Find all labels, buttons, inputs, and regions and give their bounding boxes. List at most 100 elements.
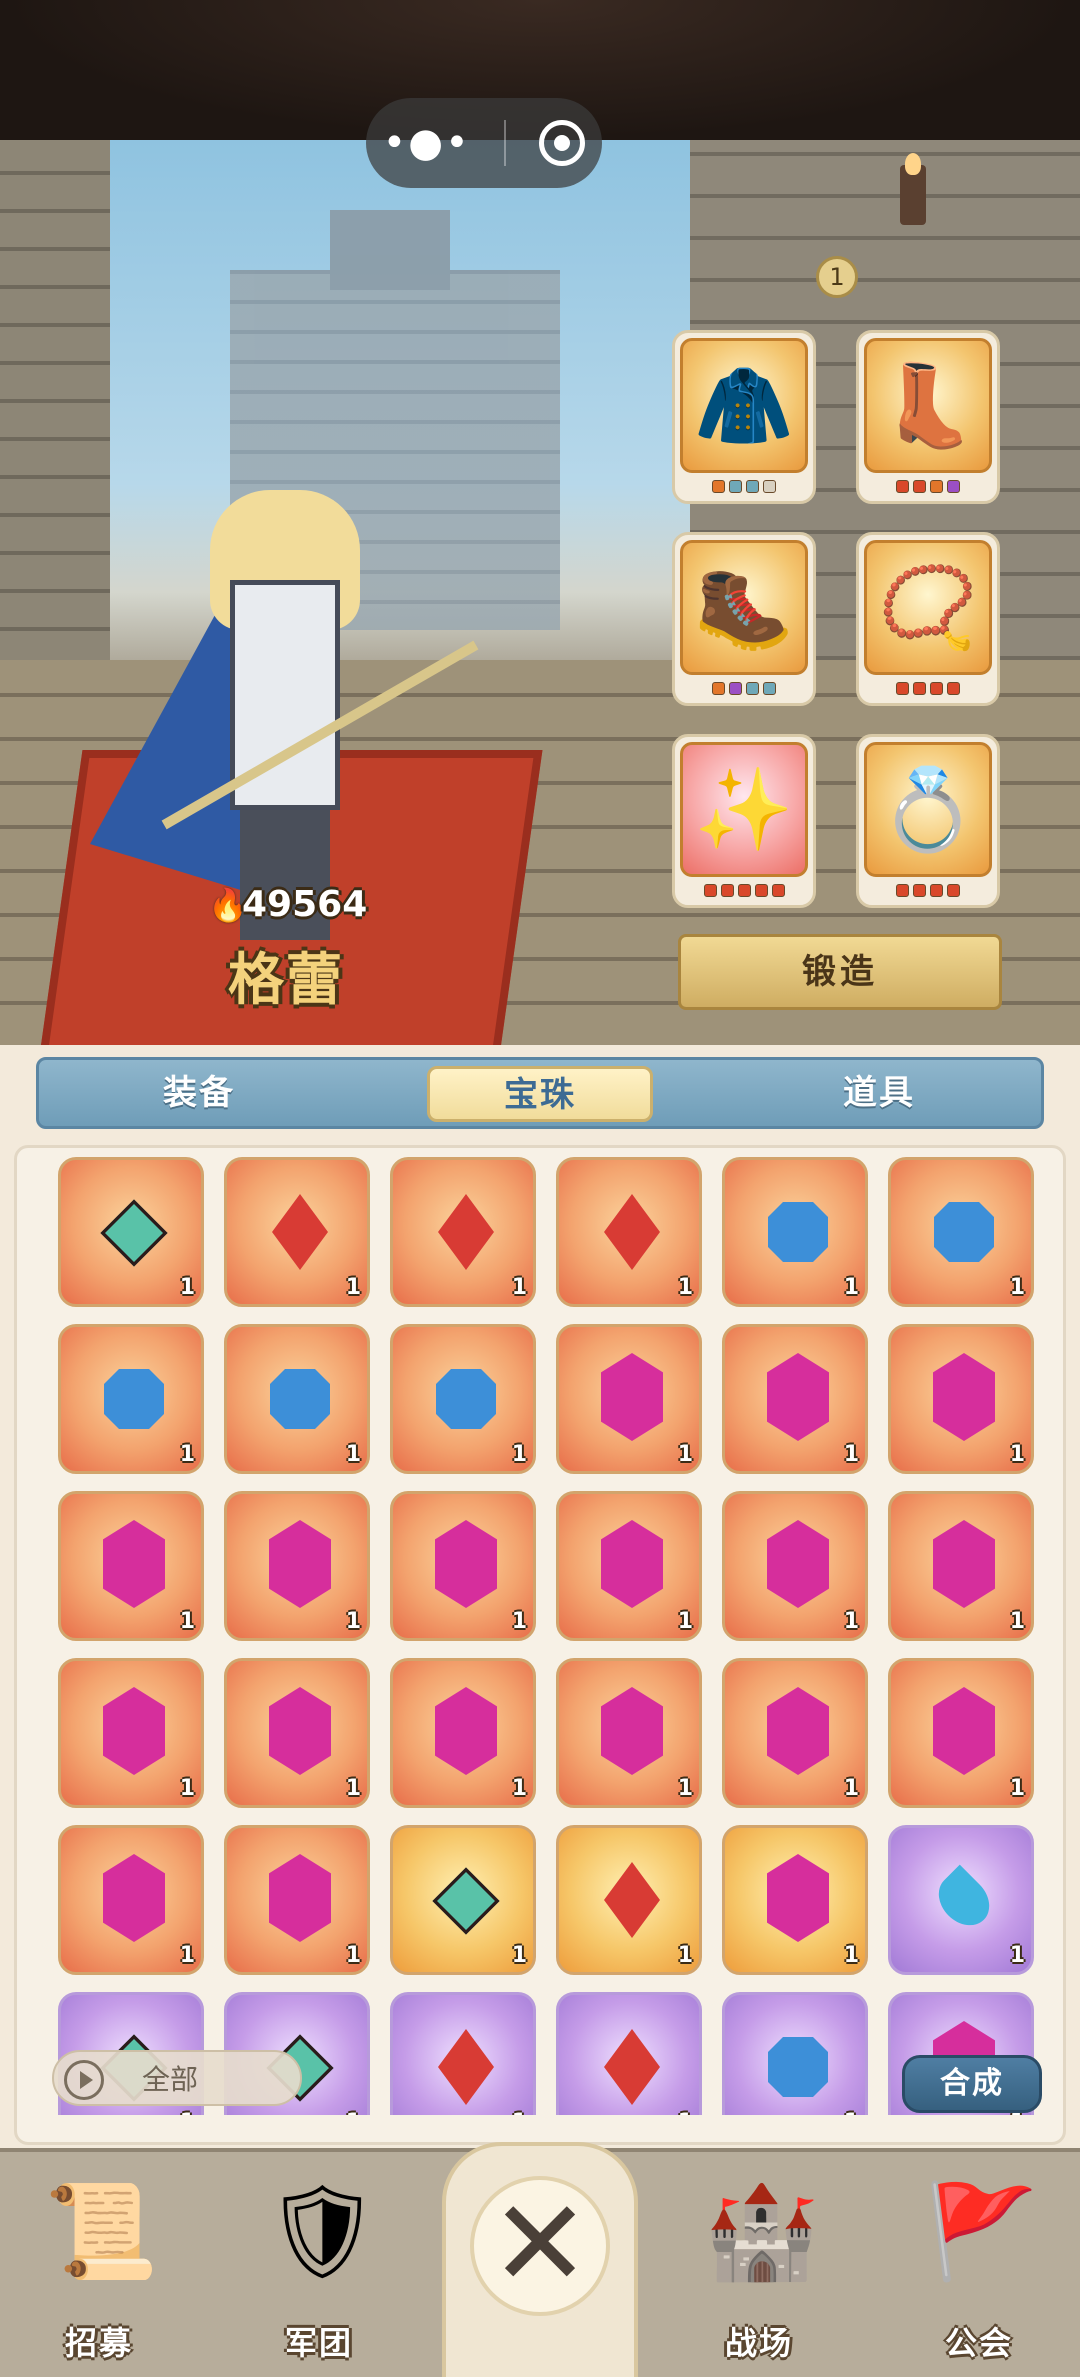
- gem-quantity: 1: [511, 1609, 527, 1634]
- gem-cell[interactable]: 1: [722, 1324, 868, 1474]
- gem-quantity: 1: [345, 1275, 361, 1300]
- gem-cell[interactable]: 1: [556, 1491, 702, 1641]
- filter-all-button[interactable]: 全部: [52, 2050, 302, 2106]
- rarity-dot: [913, 884, 926, 897]
- more-menu-icon[interactable]: •●•: [383, 123, 471, 163]
- equip-slot-greaves[interactable]: 👢: [856, 330, 1000, 504]
- rarity-dot: [930, 682, 943, 695]
- gem-cell[interactable]: 1: [390, 1491, 536, 1641]
- gem-cell[interactable]: 1: [58, 1157, 204, 1307]
- capsule-divider: [504, 120, 507, 166]
- gem-cell[interactable]: 1: [888, 1825, 1034, 1975]
- gem-cell[interactable]: 1: [224, 1324, 370, 1474]
- nav-legion-label: 军团: [284, 2324, 353, 2362]
- hero-name: 格蕾: [228, 948, 344, 1013]
- gem-cell[interactable]: 1: [888, 1491, 1034, 1641]
- amethyst-gem-icon: [601, 1687, 663, 1775]
- gem-cell[interactable]: 1: [390, 1324, 536, 1474]
- gem-quantity: 1: [511, 1776, 527, 1801]
- gem-cell[interactable]: 1: [556, 1324, 702, 1474]
- equip-slot-sparkle[interactable]: ✨: [672, 734, 816, 908]
- gem-cell[interactable]: 1: [390, 1157, 536, 1307]
- rarity-dot: [771, 884, 785, 897]
- amethyst-gem-icon: [767, 1520, 829, 1608]
- teal-gem-icon: [100, 1199, 168, 1267]
- amulet-icon: 📿: [864, 540, 992, 675]
- gem-cell[interactable]: 1: [390, 1992, 536, 2115]
- gem-cell[interactable]: 1: [722, 1658, 868, 1808]
- tab-gems[interactable]: 宝珠: [427, 1066, 653, 1122]
- tab-items[interactable]: 道具: [779, 1060, 979, 1126]
- rarity-dot: [729, 682, 742, 695]
- rarity-dot: [712, 480, 725, 493]
- gem-cell[interactable]: 1: [722, 1825, 868, 1975]
- gem-cell[interactable]: 1: [58, 1491, 204, 1641]
- hero-sprite[interactable]: [90, 470, 479, 940]
- gem-quantity: 1: [843, 1776, 859, 1801]
- gem-cell[interactable]: 1: [58, 1825, 204, 1975]
- gem-quantity: 1: [1009, 1943, 1025, 1968]
- close-icon[interactable]: ✕: [470, 2176, 610, 2316]
- amethyst-gem-icon: [767, 1687, 829, 1775]
- rarity-dot: [896, 884, 909, 897]
- ruby-gem-icon: [438, 2029, 494, 2105]
- rarity-dot: [896, 480, 909, 493]
- scroll-icon: 📜: [44, 2178, 159, 2285]
- ruby-gem-icon: [604, 1194, 660, 1270]
- gem-quantity: 1: [179, 1609, 195, 1634]
- amethyst-gem-icon: [435, 1520, 497, 1608]
- gem-quantity: 1: [1009, 1275, 1025, 1300]
- miniprogram-capsule: •●•: [366, 98, 602, 188]
- rarity-dot: [720, 884, 734, 897]
- nav-guild[interactable]: 🚩 公会: [904, 2172, 1054, 2377]
- gem-cell[interactable]: 1: [556, 1992, 702, 2115]
- close-panel-tab[interactable]: ✕: [442, 2142, 638, 2377]
- equip-slot-boots[interactable]: 🥾: [672, 532, 816, 706]
- gem-cell[interactable]: 1: [390, 1825, 536, 1975]
- gem-quantity: 1: [345, 1776, 361, 1801]
- amethyst-gem-icon: [933, 1687, 995, 1775]
- equip-slot-cloak[interactable]: 🧥: [672, 330, 816, 504]
- rarity-dot: [746, 682, 759, 695]
- nav-recruit[interactable]: 📜 招募: [24, 2172, 174, 2377]
- gem-quantity: 1: [843, 1275, 859, 1300]
- merge-button[interactable]: 合成: [902, 2055, 1042, 2113]
- banner-icon: 🚩: [924, 2178, 1039, 2285]
- gem-cell[interactable]: 1: [722, 1992, 868, 2115]
- amethyst-gem-icon: [767, 1353, 829, 1441]
- rarity-dot: [754, 884, 768, 897]
- gem-quantity: 1: [844, 2110, 859, 2115]
- gem-cell[interactable]: 1: [888, 1324, 1034, 1474]
- gem-cell[interactable]: 1: [224, 1491, 370, 1641]
- forge-button[interactable]: 锻造: [678, 934, 1002, 1010]
- gem-cell[interactable]: 1: [556, 1825, 702, 1975]
- gem-cell[interactable]: 1: [390, 1658, 536, 1808]
- equip-slot-ring[interactable]: 💍: [856, 734, 1000, 908]
- gem-cell[interactable]: 1: [224, 1157, 370, 1307]
- gem-cell[interactable]: 1: [556, 1658, 702, 1808]
- nav-battlefield-label: 战场: [724, 2324, 793, 2362]
- gem-cell[interactable]: 1: [888, 1658, 1034, 1808]
- rarity-dot: [712, 682, 725, 695]
- gem-cell[interactable]: 1: [224, 1825, 370, 1975]
- gem-cell[interactable]: 1: [722, 1491, 868, 1641]
- gem-cell[interactable]: 1: [58, 1658, 204, 1808]
- gem-cell[interactable]: 1: [722, 1157, 868, 1307]
- gem-cell[interactable]: 1: [58, 1324, 204, 1474]
- gem-quantity: 1: [511, 1943, 527, 1968]
- castle-icon: 🏰: [704, 2178, 819, 2285]
- sapphire-gem-icon: [104, 1369, 164, 1429]
- nav-legion[interactable]: 🛡 军团: [244, 2172, 394, 2377]
- rarity-dots: [859, 884, 997, 897]
- gem-quantity: 1: [180, 2110, 195, 2115]
- gem-cell[interactable]: 1: [556, 1157, 702, 1307]
- close-miniprogram-icon[interactable]: [539, 120, 586, 166]
- equip-slot-amulet[interactable]: 📿: [856, 532, 1000, 706]
- nav-battlefield[interactable]: 🏰 战场: [684, 2172, 834, 2377]
- gem-cell[interactable]: 1: [888, 1157, 1034, 1307]
- gem-quantity: 1: [345, 1442, 361, 1467]
- rarity-dots: [859, 480, 997, 493]
- gem-cell[interactable]: 1: [224, 1658, 370, 1808]
- nav-guild-label: 公会: [944, 2324, 1013, 2362]
- tab-equipment[interactable]: 装备: [99, 1060, 299, 1126]
